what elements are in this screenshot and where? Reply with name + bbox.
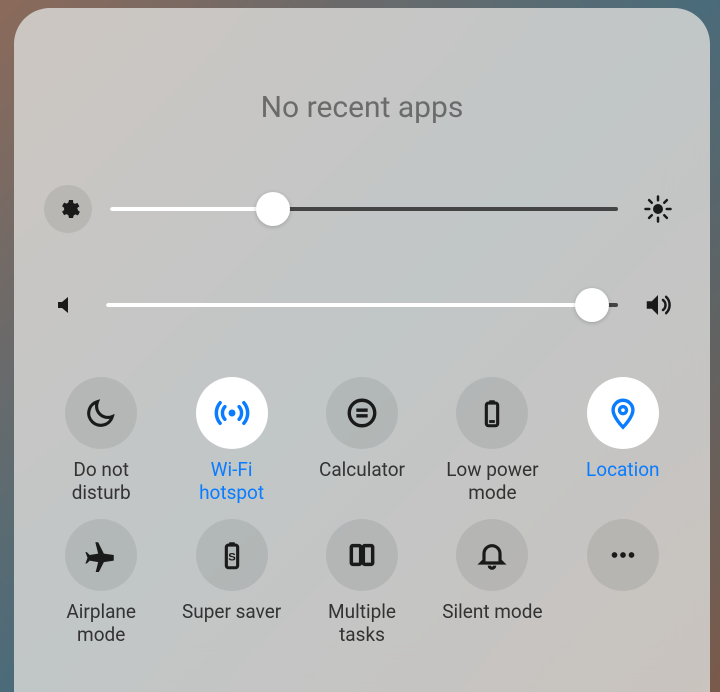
lowpower-label: Low power mode xyxy=(446,459,538,505)
location-pin-icon xyxy=(606,396,640,430)
speaker-mute-icon xyxy=(54,293,78,317)
toggle-multitask[interactable]: Multiple tasks xyxy=(301,519,423,647)
brightness-fill xyxy=(110,207,273,211)
toggle-silent[interactable]: Silent mode xyxy=(431,519,553,647)
toggle-lowpower[interactable]: Low power mode xyxy=(431,377,553,505)
toggle-grid: Do not disturb Wi-Fi hotspot xyxy=(38,377,686,647)
dnd-circle xyxy=(65,377,137,449)
airplane-circle xyxy=(65,519,137,591)
supersaver-circle: S xyxy=(196,519,268,591)
calculator-circle xyxy=(326,377,398,449)
brightness-max-icon-wrap xyxy=(636,187,680,231)
volume-thumb[interactable] xyxy=(575,288,609,322)
toggle-airplane[interactable]: Airplane mode xyxy=(40,519,162,647)
multitask-circle xyxy=(326,519,398,591)
bell-icon xyxy=(476,539,508,571)
brightness-row xyxy=(38,185,686,233)
toggle-more[interactable] xyxy=(562,519,684,647)
more-dots-icon xyxy=(606,538,640,572)
quick-settings-panel: No recent apps xyxy=(14,8,710,692)
location-circle xyxy=(587,377,659,449)
calculator-icon xyxy=(345,396,379,430)
brightness-thumb[interactable] xyxy=(256,192,290,226)
moon-icon xyxy=(84,396,118,430)
toggle-supersaver[interactable]: S Super saver xyxy=(170,519,292,647)
hotspot-icon xyxy=(213,394,251,432)
gear-icon xyxy=(56,197,80,221)
hotspot-label: Wi-Fi hotspot xyxy=(199,459,264,505)
location-label: Location xyxy=(586,459,660,505)
recent-apps-header: No recent apps xyxy=(38,8,686,185)
volume-row xyxy=(38,283,686,327)
speaker-loud-icon xyxy=(643,290,673,320)
split-screen-icon xyxy=(346,539,378,571)
toggle-hotspot[interactable]: Wi-Fi hotspot xyxy=(170,377,292,505)
battery-low-icon xyxy=(475,396,509,430)
hotspot-circle xyxy=(196,377,268,449)
toggle-calculator[interactable]: Calculator xyxy=(301,377,423,505)
lowpower-circle xyxy=(456,377,528,449)
brightness-settings-button[interactable] xyxy=(44,185,92,233)
airplane-icon xyxy=(84,538,118,572)
multitask-label: Multiple tasks xyxy=(328,601,396,647)
brightness-slider[interactable] xyxy=(110,207,618,211)
toggle-dnd[interactable]: Do not disturb xyxy=(40,377,162,505)
silent-circle xyxy=(456,519,528,591)
volume-max-icon-wrap xyxy=(636,283,680,327)
brightness-icon xyxy=(643,194,673,224)
volume-min-icon-wrap xyxy=(44,283,88,327)
more-circle xyxy=(587,519,659,591)
calculator-label: Calculator xyxy=(319,459,405,505)
battery-saver-icon: S xyxy=(215,538,249,572)
volume-fill xyxy=(106,303,592,307)
volume-slider[interactable] xyxy=(106,303,618,307)
dnd-label: Do not disturb xyxy=(72,459,131,505)
airplane-label: Airplane mode xyxy=(66,601,136,647)
supersaver-label: Super saver xyxy=(182,601,281,647)
recent-apps-text: No recent apps xyxy=(261,90,464,125)
toggle-location[interactable]: Location xyxy=(562,377,684,505)
silent-label: Silent mode xyxy=(442,601,542,647)
svg-text:S: S xyxy=(228,552,236,564)
